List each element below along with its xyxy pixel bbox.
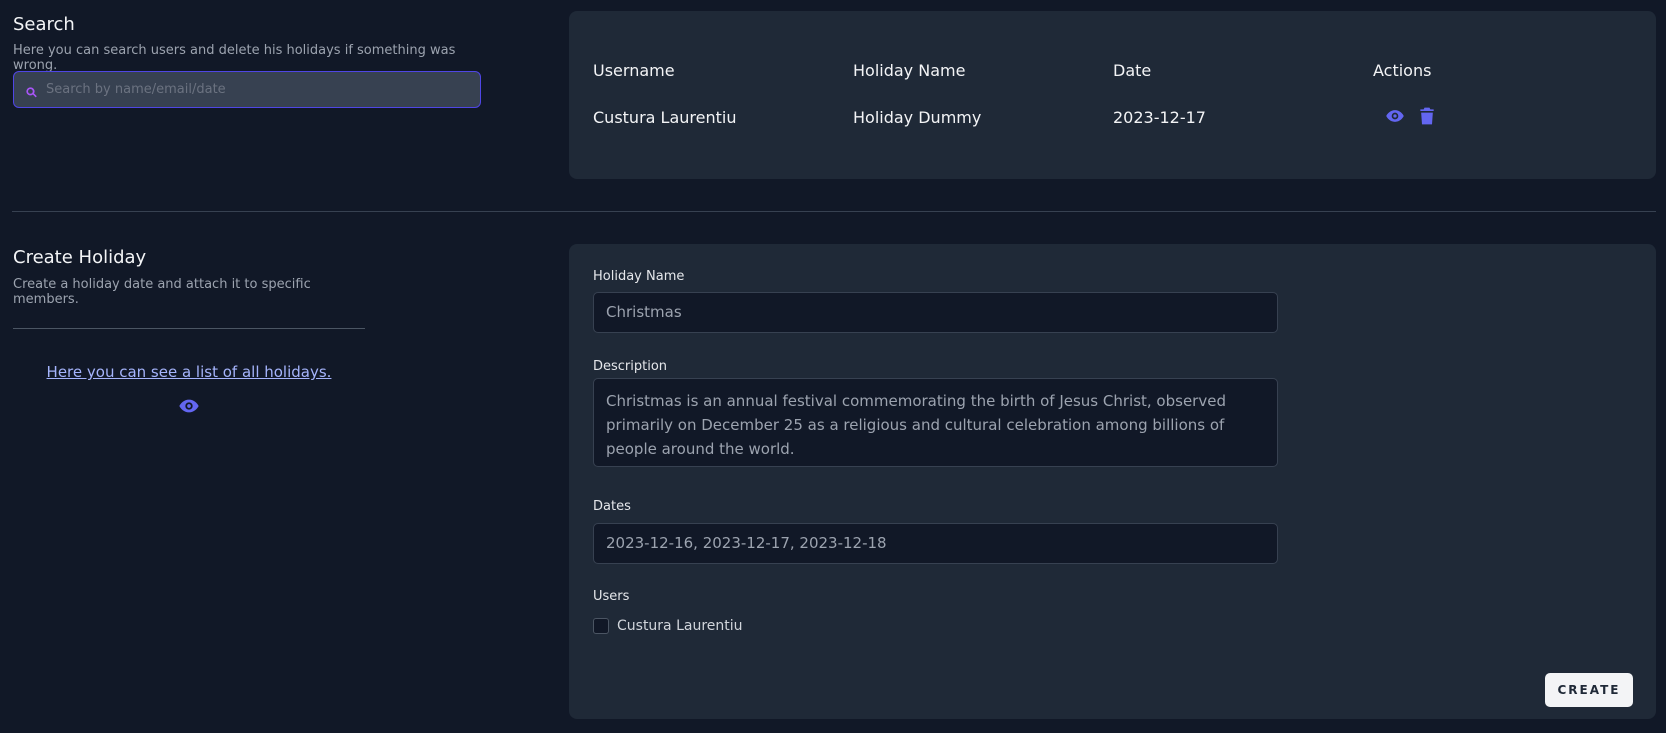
search-input[interactable] [46, 82, 466, 97]
user-checkbox[interactable] [593, 618, 609, 634]
user-option-label: Custura Laurentiu [617, 618, 743, 634]
holiday-name-input[interactable]: Christmas [593, 292, 1278, 333]
table-row: Custura Laurentiu Holiday Dummy 2023-12-… [593, 106, 1633, 127]
description-textarea[interactable]: Christmas is an annual festival commemor… [593, 378, 1278, 467]
results-table: Username Holiday Name Date Actions Custu… [593, 61, 1633, 127]
eye-icon[interactable] [178, 395, 200, 417]
table-header: Username Holiday Name Date Actions [593, 61, 1633, 80]
create-panel: Create Holiday Create a holiday date and… [13, 247, 365, 413]
create-button[interactable]: CREATE [1545, 673, 1633, 707]
column-header-holiday-name: Holiday Name [853, 61, 966, 80]
description-label: Description [593, 359, 668, 374]
cell-actions [1373, 106, 1633, 127]
search-title: Search [13, 14, 75, 35]
create-subtitle: Create a holiday date and attach it to s… [13, 277, 311, 307]
search-subtitle: Here you can search users and delete his… [13, 43, 456, 73]
search-panel: Search Here you can search users and del… [13, 14, 483, 108]
section-divider [12, 211, 1656, 212]
results-card: Username Holiday Name Date Actions Custu… [569, 11, 1656, 179]
cell-username: Custura Laurentiu [593, 108, 737, 127]
cell-date: 2023-12-17 [1113, 108, 1206, 127]
eye-icon[interactable] [1385, 106, 1405, 126]
create-form-card: Holiday Name Christmas Description Chris… [569, 244, 1656, 719]
cell-holiday-name: Holiday Dummy [853, 108, 982, 127]
create-title: Create Holiday [13, 247, 147, 268]
dates-label: Dates [593, 499, 631, 514]
search-icon [26, 86, 37, 97]
column-header-username: Username [593, 61, 675, 80]
create-divider [13, 328, 365, 329]
user-option[interactable]: Custura Laurentiu [593, 618, 743, 634]
search-field[interactable] [13, 71, 481, 108]
users-label: Users [593, 589, 630, 604]
trash-icon[interactable] [1417, 106, 1437, 126]
column-header-date: Date [1113, 61, 1152, 80]
all-holidays-link[interactable]: Here you can see a list of all holidays. [13, 363, 365, 381]
dates-input[interactable]: 2023-12-16, 2023-12-17, 2023-12-18 [593, 523, 1278, 564]
column-header-actions: Actions [1373, 61, 1432, 80]
holiday-name-label: Holiday Name [593, 269, 685, 284]
